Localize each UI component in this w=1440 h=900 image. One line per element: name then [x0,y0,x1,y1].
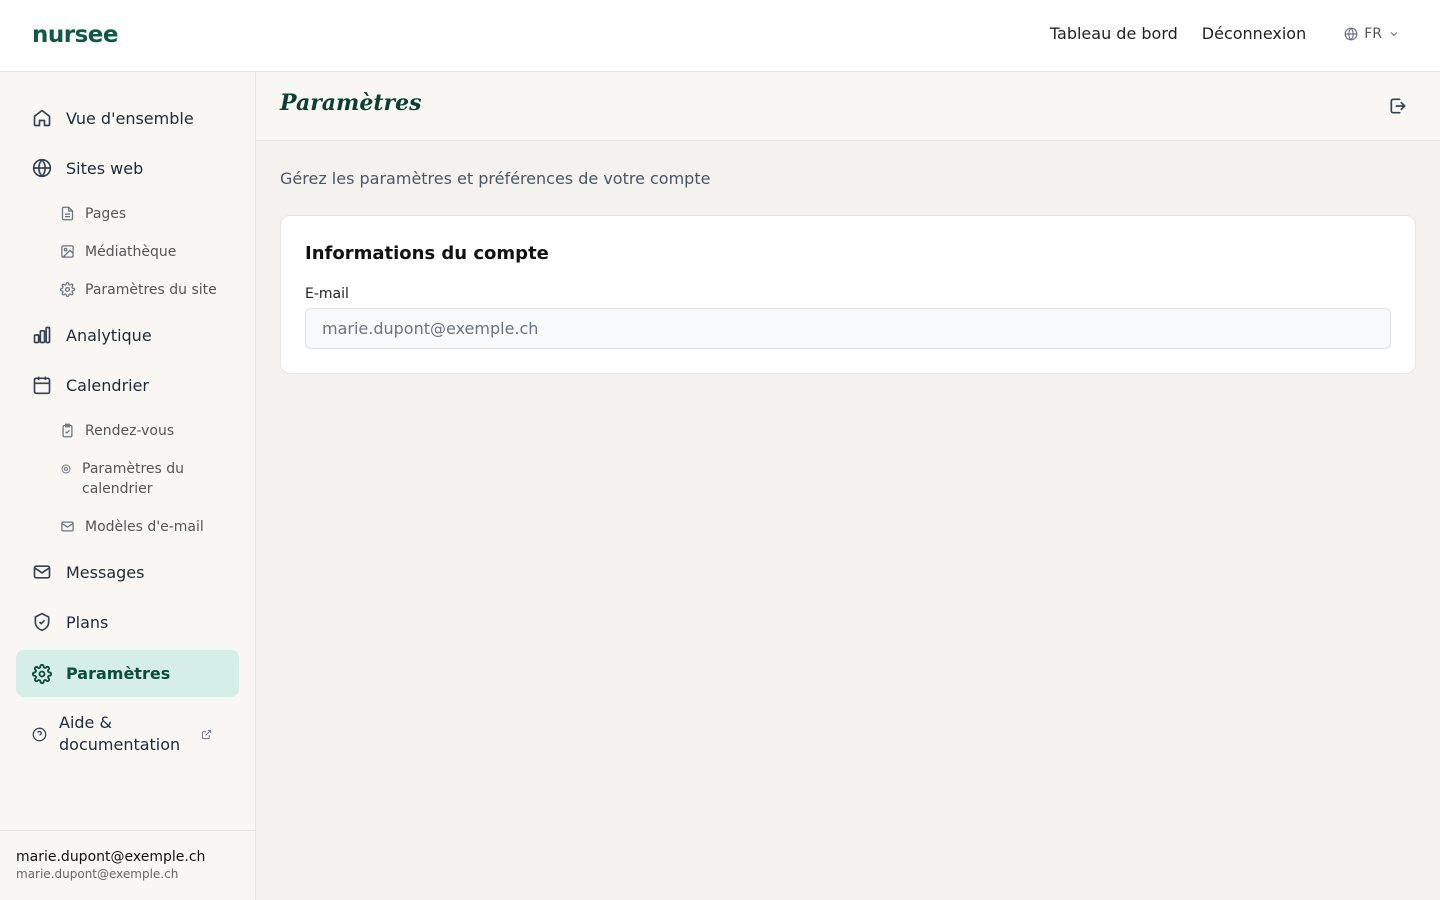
user-profile[interactable]: marie.dupont@exemple.ch marie.dupont@exe… [0,830,256,900]
page-header: Paramètres [256,72,1440,141]
gear-icon [32,663,52,684]
logout-link[interactable]: Déconnexion [1202,24,1306,43]
account-info-card: Informations du compte E-mail [280,215,1416,374]
sidebar-subitem-label: Paramètres du site [85,282,217,298]
dashboard-link[interactable]: Tableau de bord [1050,24,1178,43]
sidebar-subitem-media[interactable]: Médiathèque [60,242,240,262]
sidebar-subitem-site-settings[interactable]: Paramètres du site [60,280,240,300]
user-name: marie.dupont@exemple.ch [16,849,206,865]
page-subtitle: Gérez les paramètres et préférences de v… [280,169,711,188]
page-title: Paramètres [280,90,422,116]
sidebar-item-label: Paramètres [66,664,171,683]
gear-icon [61,464,71,474]
sidebar-item-messages[interactable]: Messages [16,549,239,595]
top-bar: nursee Tableau de bord Déconnexion FR [0,0,1440,72]
sidebar-item-label: Analytique [66,325,152,345]
file-icon [61,206,74,221]
language-selector[interactable]: FR [1344,26,1400,42]
language-label: FR [1364,25,1382,42]
sidebar-item-settings[interactable]: Paramètres [16,650,239,697]
globe-icon [1344,27,1358,40]
sidebar-subitem-label: Rendez-vous [85,423,175,439]
sidebar-subitem-calendar-settings[interactable]: Paramètres du calendrier [60,459,210,499]
sidebar-item-help[interactable]: Aide & documentation [32,712,224,756]
sidebar-item-label: Messages [66,562,145,582]
sidebar-item-label: Calendrier [66,375,150,395]
mail-icon [33,565,51,579]
user-email: marie.dupont@exemple.ch [16,867,179,881]
sidebar-item-plans[interactable]: Plans [16,599,239,645]
email-label: E-mail [305,286,349,302]
sidebar-subitem-label: Modèles d'e-mail [85,519,204,535]
globe-icon [32,158,52,178]
sidebar-subitem-appointments[interactable]: Rendez-vous [60,421,240,441]
card-title: Informations du compte [305,243,549,264]
email-field[interactable] [305,308,1391,349]
sidebar-item-label: Vue d'ensemble [66,108,194,128]
sidebar-item-label: Plans [66,612,109,632]
sidebar-item-label: Sites web [66,158,144,178]
sidebar-item-websites[interactable]: Sites web [16,145,239,191]
mail-icon [61,521,74,532]
sidebar-subitem-pages[interactable]: Pages [60,204,240,224]
sidebar-subitem-label: Médiathèque [85,244,177,260]
bar-chart-icon [33,326,51,344]
sidebar-item-analytics[interactable]: Analytique [16,312,239,358]
sidebar-subitem-email-templates[interactable]: Modèles d'e-mail [60,517,250,537]
top-nav: Tableau de bord Déconnexion FR [1050,24,1400,43]
home-icon [33,109,51,127]
image-icon [61,245,74,258]
logout-icon[interactable] [1388,96,1408,116]
sidebar-item-overview[interactable]: Vue d'ensemble [16,95,239,141]
sidebar-subitem-label: Pages [85,206,127,222]
sidebar: Vue d'ensemble Sites web Pages Médiathèq… [0,72,256,900]
help-icon [32,727,47,741]
app-logo[interactable]: nursee [32,22,118,48]
sidebar-item-calendar[interactable]: Calendrier [16,362,239,408]
shield-icon [34,612,50,632]
calendar-icon [33,376,51,395]
sidebar-item-label: Aide & documentation [59,713,181,754]
clipboard-icon [62,423,73,438]
external-link-icon [201,729,212,739]
gear-icon [60,282,75,297]
chevron-down-icon [1390,31,1398,36]
sidebar-subitem-label: Paramètres du calendrier [82,461,185,497]
